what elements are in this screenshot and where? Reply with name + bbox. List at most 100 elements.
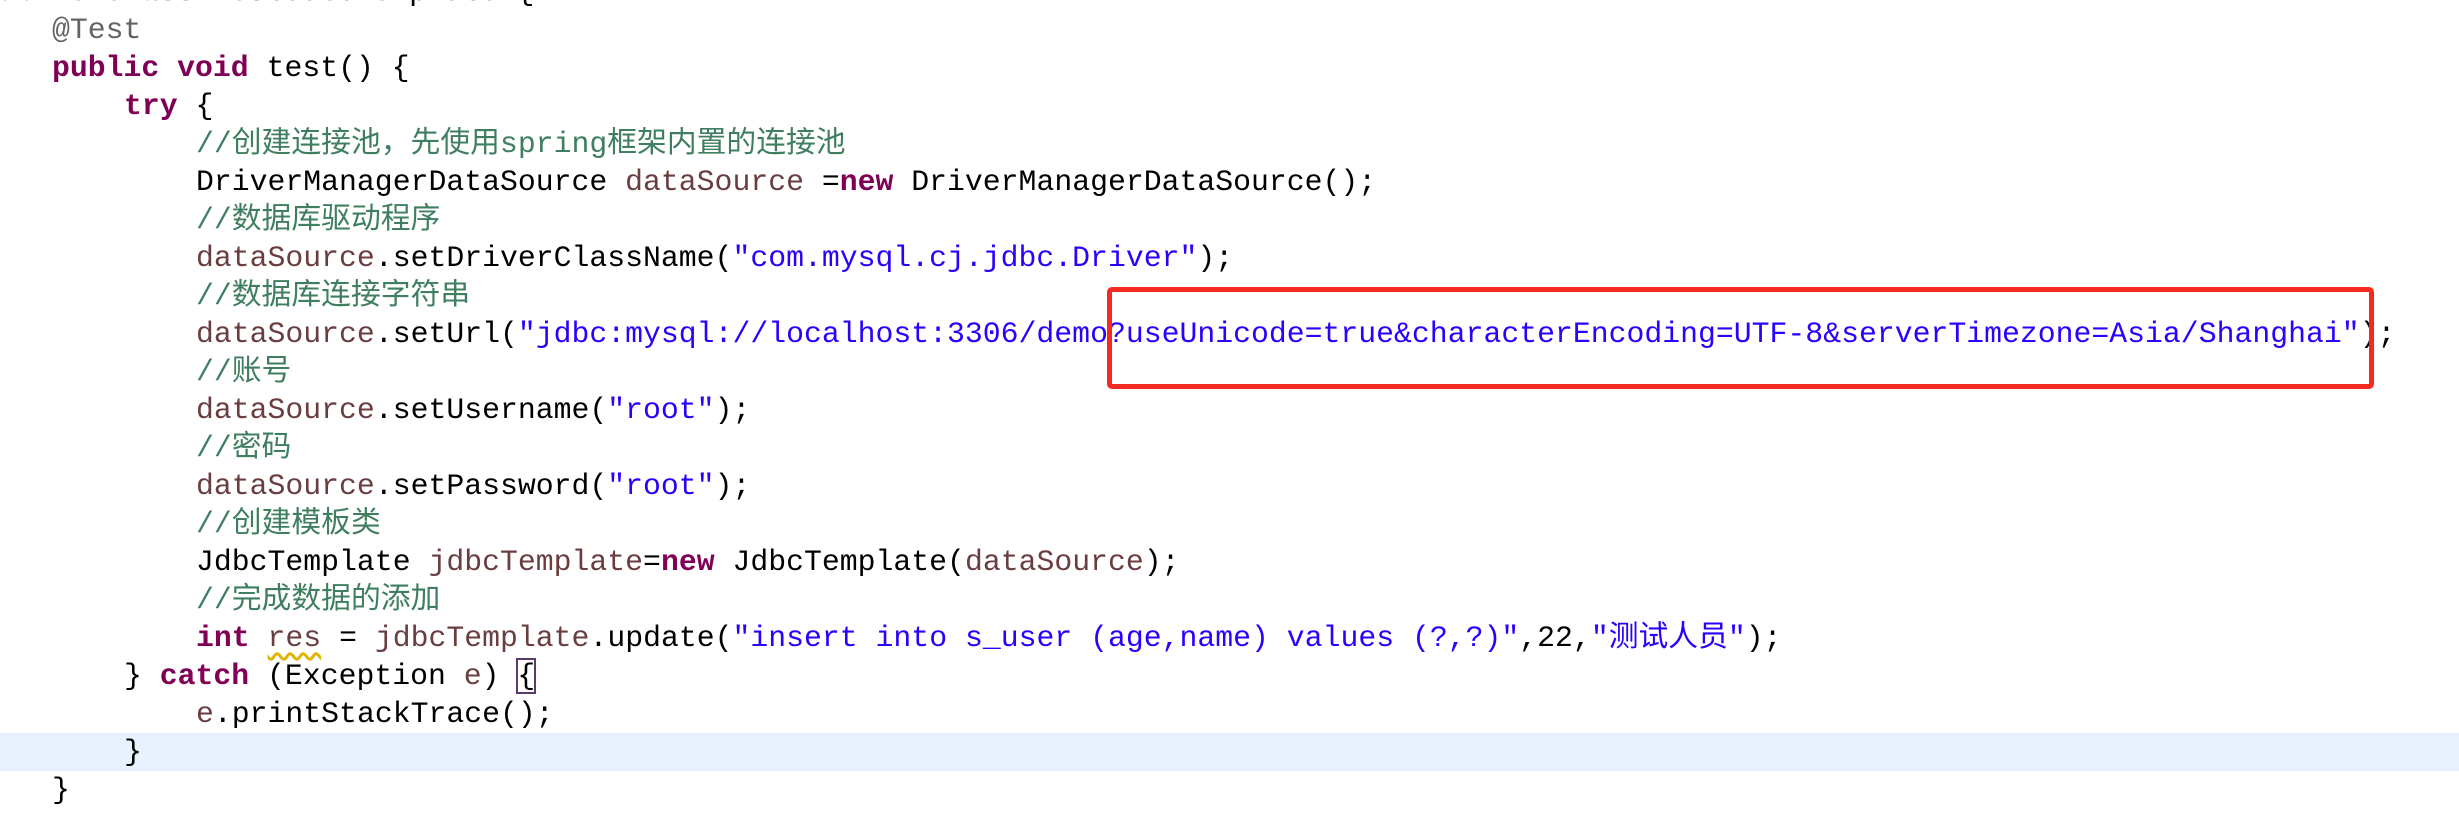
token-code-text: .setDriverClassName( [374,241,733,275]
line-content: } catch (Exception e) { [124,657,537,695]
code-line[interactable]: try { [0,87,2459,125]
token-string-literal: "root" [607,393,715,427]
line-content: //密码 [196,429,291,467]
token-code-text: .printStackTrace(); [213,697,554,731]
line-content: dataSource.setUsername("root"); [196,391,750,429]
token-keyword: int [196,621,250,655]
token-keyword: new [660,545,715,579]
token-code-text: = [643,545,661,579]
code-line[interactable]: dataSource.setUsername("root"); [0,391,2459,429]
token-keyword: catch [159,659,250,693]
line-content: //完成数据的添加 [196,581,440,619]
line-content: } [52,771,70,809]
token-keyword: try [124,89,178,123]
token-variable: jdbcTemplate [428,545,644,579]
line-content: int res = jdbcTemplate.update("insert in… [196,619,1782,657]
token-keyword: public void [52,51,267,85]
line-content: //数据库驱动程序 [196,201,440,239]
code-line[interactable]: //数据库驱动程序 [0,201,2459,239]
code-line[interactable]: public void test() { [0,49,2459,87]
token-variable: e [463,659,482,693]
token-code-text: JdbcTemplate( [714,545,965,579]
token-code-text: DriverManagerDataSource(); [893,165,1377,199]
line-content: dataSource.setPassword("root"); [196,467,750,505]
token-code-text: ) [481,659,518,693]
token-string-literal: "jdbc:mysql://localhost:3306/demo?useUni… [517,317,2360,351]
token-code-text: ); [1143,545,1180,579]
token-code-text: ); [714,393,751,427]
token-code-text: { [177,89,214,123]
token-code-text: test() { [266,51,410,85]
token-code-text: } [124,735,142,769]
line-content: public void test() { [52,49,410,87]
code-editor[interactable]: public class TestJdbcTemplate {@Testpubl… [0,0,2459,809]
token-code-text: = [803,165,840,199]
token-variable: dataSource [196,393,375,427]
token-code-text [250,621,268,655]
token-variable: res [267,621,322,655]
code-line-current[interactable]: } [0,733,2459,771]
code-line[interactable]: DriverManagerDataSource dataSource =new … [0,163,2459,201]
line-content: public class TestJdbcTemplate { [0,0,534,11]
token-code-text: ); [1745,621,1782,655]
token-string-literal: "root" [607,469,715,503]
token-string-literal: "测试人员" [1590,621,1746,655]
token-comment: //数据库驱动程序 [196,203,441,237]
code-line[interactable]: dataSource.setPassword("root"); [0,467,2459,505]
code-line[interactable]: public class TestJdbcTemplate { [0,0,2459,11]
line-content: dataSource.setDriverClassName("com.mysql… [196,239,1233,277]
token-code-text: TestJdbcTemplate { [212,0,534,9]
token-code-text: .setUsername( [374,393,608,427]
code-line[interactable]: //账号 [0,353,2459,391]
line-content: try { [124,87,213,125]
token-variable: dataSource [964,545,1144,579]
token-code-text: (Exception [249,659,464,693]
code-line[interactable]: int res = jdbcTemplate.update("insert in… [0,619,2459,657]
token-variable: dataSource [196,317,375,351]
token-code-text: JdbcTemplate [196,545,429,579]
token-comment: //创建模板类 [196,507,381,541]
token-comment: //创建连接池，先使用spring框架内置的连接池 [196,127,846,161]
token-comment: //完成数据的添加 [196,583,441,617]
code-line[interactable]: dataSource.setDriverClassName("com.mysql… [0,239,2459,277]
token-code-text: ); [714,469,751,503]
token-variable: e [196,697,214,731]
line-content: //账号 [196,353,291,391]
line-content: //创建连接池，先使用spring框架内置的连接池 [196,125,846,163]
token-code-text: ); [1197,241,1234,275]
code-line[interactable]: JdbcTemplate jdbcTemplate=new JdbcTempla… [0,543,2459,581]
line-content: //数据库连接字符串 [196,277,470,315]
code-line[interactable]: @Test [0,11,2459,49]
code-line[interactable]: e.printStackTrace(); [0,695,2459,733]
code-line[interactable]: } [0,771,2459,809]
token-code-text: = [321,621,375,655]
line-content: DriverManagerDataSource dataSource =new … [196,163,1376,201]
token-code-text: .update( [589,621,733,655]
token-code-text: .setUrl( [374,317,518,351]
token-comment: //账号 [196,355,292,389]
code-line[interactable]: //数据库连接字符串 [0,277,2459,315]
line-content: e.printStackTrace(); [196,695,554,733]
token-variable: dataSource [196,469,375,503]
token-variable: dataSource [625,165,804,199]
token-comment: //数据库连接字符串 [196,279,471,313]
line-content: @Test [52,11,141,49]
token-variable: jdbcTemplate [374,621,590,655]
token-code-text: .setPassword( [374,469,608,503]
line-content: //创建模板类 [196,505,381,543]
code-line[interactable]: //密码 [0,429,2459,467]
token-keyword: public class [0,0,212,9]
line-content: JdbcTemplate jdbcTemplate=new JdbcTempla… [196,543,1180,581]
code-line[interactable]: } catch (Exception e) { [0,657,2459,695]
line-content: dataSource.setUrl("jdbc:mysql://localhos… [196,315,2395,353]
code-line[interactable]: //创建模板类 [0,505,2459,543]
line-content: } [124,733,142,771]
code-line[interactable]: dataSource.setUrl("jdbc:mysql://localhos… [0,315,2459,353]
code-line[interactable]: //创建连接池，先使用spring框架内置的连接池 [0,125,2459,163]
token-variable: dataSource [196,241,375,275]
code-line[interactable]: //完成数据的添加 [0,581,2459,619]
token-code-text: ,22, [1519,621,1591,655]
token-annotation: @Test [52,13,142,47]
token-keyword: new [839,165,894,199]
token-code-text: ); [2359,317,2396,351]
